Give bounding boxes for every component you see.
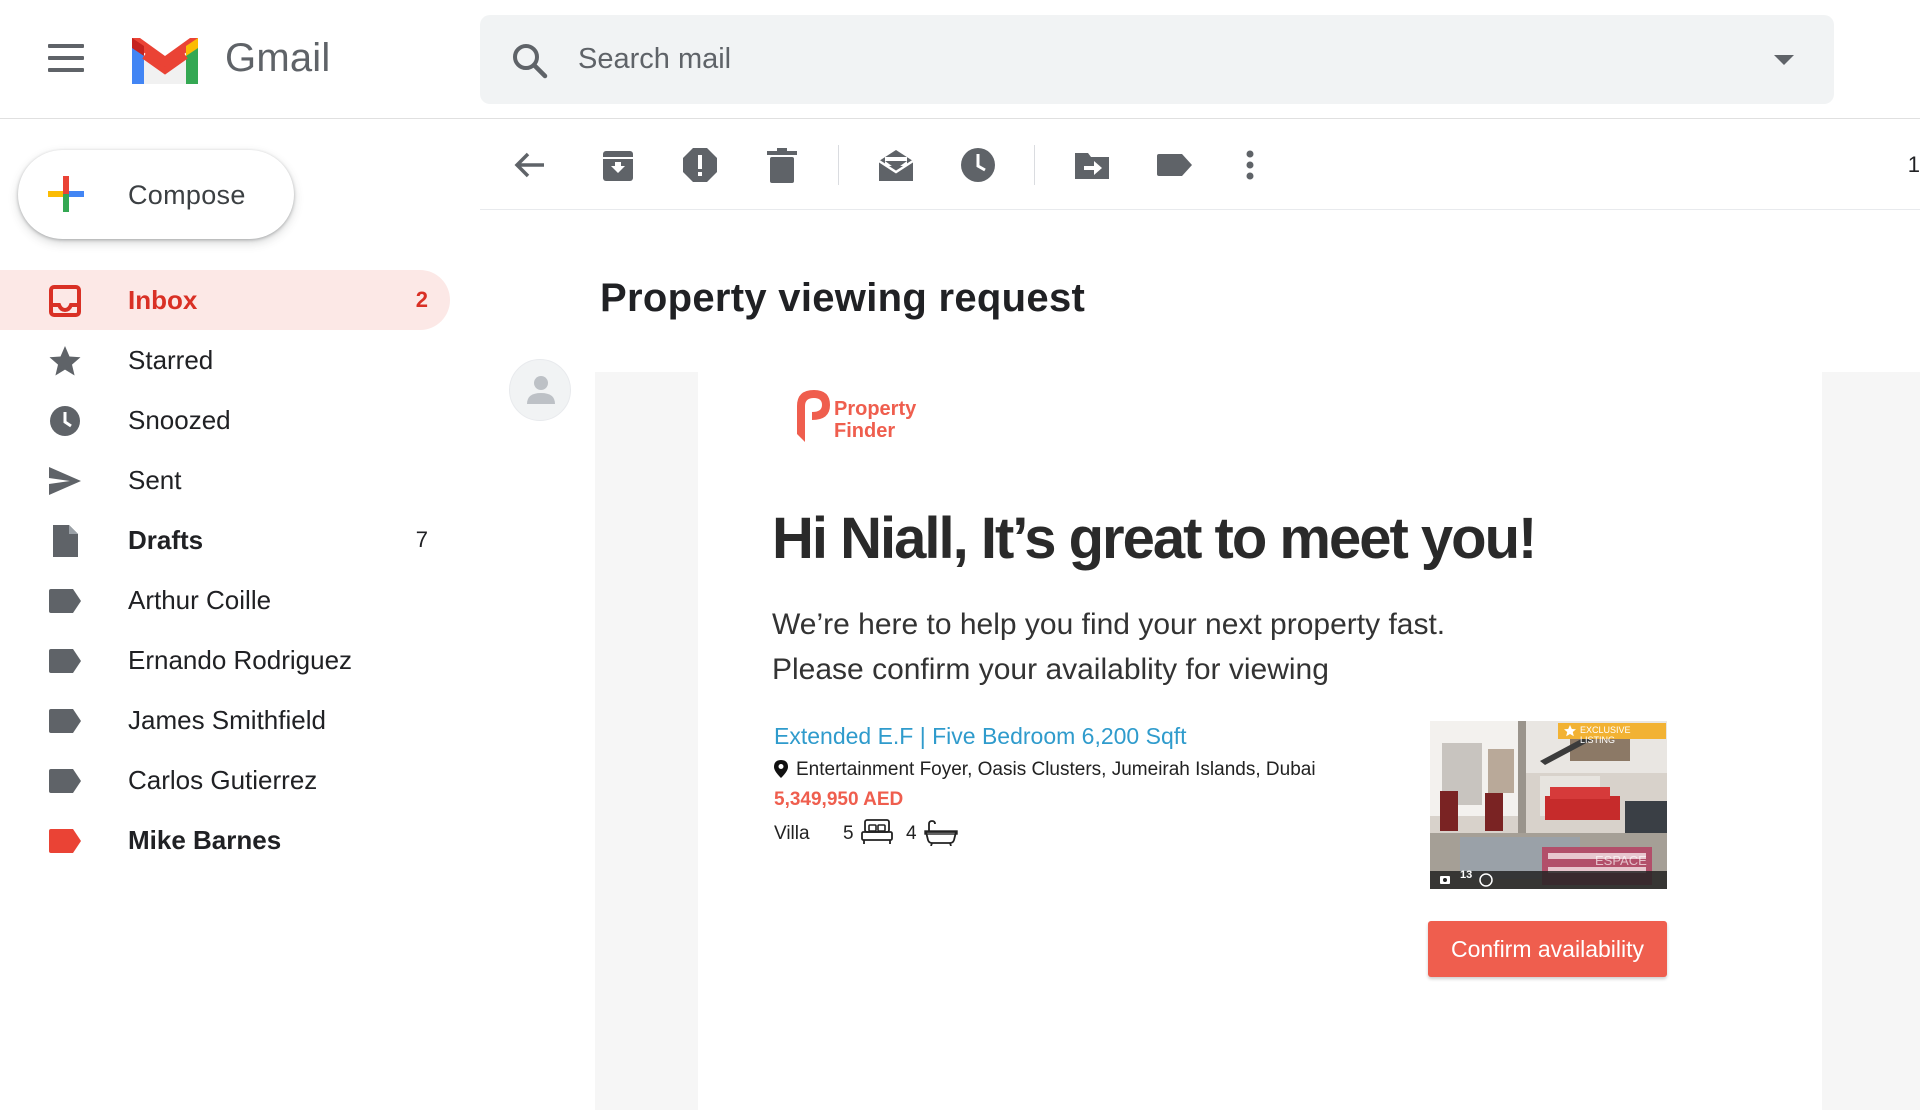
sidebar-item-starred[interactable]: Starred [0, 330, 450, 390]
label-icon [49, 589, 81, 613]
sidebar-item-mike-barnes[interactable]: Mike Barnes [0, 810, 450, 870]
listing-photo-image: ESPACE [1430, 721, 1667, 889]
pagination-indicator: 1 [1907, 152, 1920, 177]
email-greeting: Hi Niall, It’s great to meet you! [772, 506, 1537, 571]
sidebar-item-inbox[interactable]: Inbox 2 [0, 270, 450, 330]
sidebar-item-label: Inbox [128, 285, 198, 315]
labels-icon[interactable] [1154, 145, 1194, 185]
send-icon [49, 467, 81, 495]
sidebar-item-sent[interactable]: Sent [0, 450, 450, 510]
star-icon [49, 346, 81, 376]
mark-unread-icon[interactable] [876, 145, 916, 185]
archive-icon[interactable] [598, 145, 638, 185]
bedroom-count: 5 [843, 823, 854, 844]
listing-type: Villa [774, 823, 810, 844]
sidebar-item-label: Mike Barnes [128, 825, 282, 855]
listing-location: Entertainment Foyer, Oasis Clusters, Jum… [796, 759, 1316, 780]
gmail-logo-icon[interactable] [128, 34, 202, 88]
property-finder-logo[interactable]: Property Finder [796, 390, 946, 446]
sidebar-item-label: Snoozed [128, 405, 231, 435]
snooze-icon[interactable] [958, 145, 998, 185]
unread-count-badge: 2 [415, 287, 428, 312]
brand-line-2: Finder [834, 420, 896, 442]
sidebar-item-label: Sent [128, 465, 182, 495]
menu-bar [48, 56, 84, 60]
label-icon [49, 769, 81, 793]
sidebar-item-label: Arthur Coille [128, 585, 272, 615]
exclusive-listing-badge: EXCLUSIVE LISTING [1558, 723, 1666, 745]
brand-line-1: Property [834, 398, 917, 420]
delete-icon[interactable] [762, 145, 802, 185]
clock-icon [50, 406, 80, 436]
listing-price: 5,349,950 AED [774, 789, 904, 810]
bathtub-icon [924, 820, 958, 846]
exclusive-listing-label: EXCLUSIVE LISTING [1580, 725, 1631, 745]
toolbar-divider [1034, 145, 1035, 185]
listing-photo[interactable]: ESPACE [1430, 721, 1667, 889]
sidebar-item-carlos-gutierrez[interactable]: Carlos Gutierrez [0, 750, 450, 810]
draft-count-badge: 7 [415, 527, 428, 552]
label-icon [49, 649, 81, 673]
main-menu-button[interactable] [44, 44, 88, 78]
email-intro: We’re here to help you find your next pr… [772, 602, 1445, 692]
photo-count: 13 [1460, 869, 1473, 881]
intro-line: We’re here to help you find your next pr… [772, 608, 1446, 641]
report-spam-icon[interactable] [680, 145, 720, 185]
sidebar-item-label: Ernando Rodriguez [128, 645, 353, 675]
sidebar-item-label: James Smithfield [128, 705, 326, 735]
star-icon [1564, 725, 1576, 737]
label-icon [49, 709, 81, 733]
move-to-icon[interactable] [1072, 145, 1112, 185]
confirm-availability-button[interactable]: Confirm availability [1428, 921, 1667, 977]
search-options-chevron-down-icon[interactable] [1774, 55, 1794, 65]
location-pin-icon [774, 760, 788, 778]
sidebar-item-label: Starred [128, 345, 214, 375]
top-header: Gmail [0, 0, 1920, 119]
email-subject: Property viewing request [600, 276, 1086, 320]
bed-icon [861, 819, 893, 844]
sidebar-item-ernando-rodriguez[interactable]: Ernando Rodriguez [0, 630, 450, 690]
search-input[interactable] [578, 15, 1678, 104]
message-toolbar: 1 [480, 120, 1920, 210]
sidebar-item-arthur-coille[interactable]: Arthur Coille [0, 570, 450, 630]
compose-button[interactable]: Compose [18, 150, 294, 239]
property-finder-wordmark: Property Finder [834, 398, 916, 442]
search-bar[interactable] [480, 15, 1834, 104]
bathroom-count: 4 [906, 823, 917, 844]
photo-watermark: ESPACE [1595, 853, 1647, 868]
toolbar-divider [838, 145, 839, 185]
intro-line: Please confirm your availablity for view… [772, 653, 1329, 686]
menu-bar [48, 44, 84, 48]
person-icon [527, 376, 555, 404]
back-icon[interactable] [510, 145, 550, 185]
more-icon[interactable] [1230, 145, 1270, 185]
property-finder-logo-icon [797, 390, 830, 442]
inbox-icon [49, 285, 81, 317]
label-icon [49, 829, 81, 853]
sidebar-item-label: Carlos Gutierrez [128, 765, 318, 795]
sidebar-item-snoozed[interactable]: Snoozed [0, 390, 450, 450]
compose-label: Compose [128, 180, 246, 210]
compose-plus-icon [48, 176, 84, 212]
sidebar-item-label: Drafts [128, 525, 204, 555]
menu-bar [48, 68, 84, 72]
sidebar-nav: Inbox 2 Starred Snoozed Sent Drafts 7 Ar… [0, 270, 450, 870]
app-name: Gmail [225, 36, 331, 80]
sender-avatar[interactable] [509, 359, 571, 421]
draft-icon [53, 525, 78, 557]
sidebar-item-drafts[interactable]: Drafts 7 [0, 510, 450, 570]
search-icon[interactable] [510, 41, 550, 81]
sidebar-item-james-smithfield[interactable]: James Smithfield [0, 690, 450, 750]
listing-title-link[interactable]: Extended E.F | Five Bedroom 6,200 Sqft [774, 723, 1187, 750]
